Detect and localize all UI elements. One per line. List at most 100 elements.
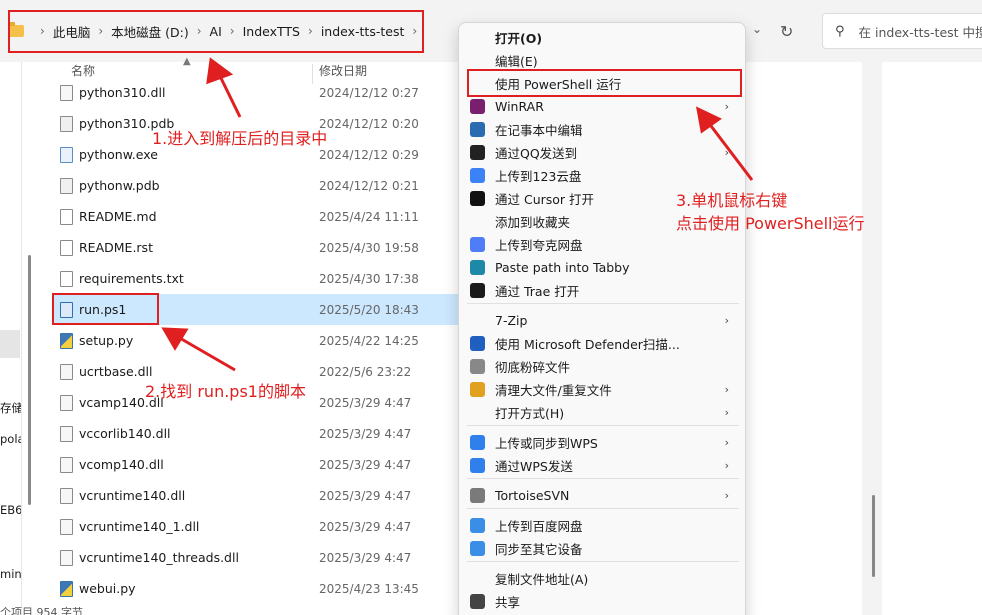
context-menu-item[interactable]: 上传或同步到WPS ›: [467, 431, 739, 454]
file-date: 2024/12/12 0:21: [319, 178, 419, 193]
menu-separator: [467, 478, 739, 479]
context-menu-label: 通过 Cursor 打开: [495, 192, 595, 207]
context-menu-item[interactable]: 使用 PowerShell 运行: [467, 72, 739, 95]
context-menu-item[interactable]: 通过 Trae 打开: [467, 279, 739, 302]
dll-file-icon: [60, 487, 73, 504]
text-file-icon: [60, 239, 73, 256]
file-name: ucrtbase.dll: [79, 364, 153, 379]
context-menu-item[interactable]: 7-Zip ›: [467, 309, 739, 332]
context-menu-item[interactable]: TortoiseSVN ›: [467, 484, 739, 507]
context-menu-item[interactable]: 上传到百度网盘: [467, 514, 739, 537]
context-menu-item[interactable]: 使用 Microsoft Defender扫描...: [467, 332, 739, 355]
file-row[interactable]: vcruntime140.dll 2025/3/29 4:47: [52, 480, 462, 511]
dll-file-icon: [60, 394, 73, 411]
dll-file-icon: [60, 363, 73, 380]
submenu-chevron-icon: ›: [724, 489, 729, 502]
file-date: 2024/12/12 0:20: [319, 116, 419, 131]
refresh-icon[interactable]: ↻: [780, 22, 793, 41]
qq-icon: [470, 145, 485, 160]
context-menu-item[interactable]: 在记事本中编辑: [467, 118, 739, 141]
context-menu-item[interactable]: 打开(O): [467, 26, 739, 49]
file-name: vcomp140.dll: [79, 457, 164, 472]
baidu-icon: [470, 518, 485, 533]
menu-separator: [467, 425, 739, 426]
file-row[interactable]: python310.dll 2024/12/12 0:27: [52, 77, 462, 108]
file-row[interactable]: setup.py 2025/4/22 14:25: [52, 325, 462, 356]
file-row[interactable]: README.md 2025/4/24 11:11: [52, 201, 462, 232]
file-row[interactable]: webui.py 2025/4/23 13:45: [52, 573, 462, 604]
nav-item-fragment[interactable]: pola: [0, 432, 21, 446]
chevron-right-icon: ›: [40, 24, 45, 38]
file-row[interactable]: run.ps1 2025/5/20 18:43: [52, 294, 462, 325]
context-menu-item[interactable]: 复制文件地址(A): [467, 567, 739, 590]
file-row[interactable]: pythonw.pdb 2024/12/12 0:21: [52, 170, 462, 201]
context-menu-item[interactable]: 上传到夸克网盘: [467, 233, 739, 256]
file-name: python310.dll: [79, 85, 166, 100]
file-row[interactable]: vcomp140.dll 2025/3/29 4:47: [52, 449, 462, 480]
notepad-icon: [470, 122, 485, 137]
tabby-icon: [470, 260, 485, 275]
context-menu-item[interactable]: WinRAR ›: [467, 95, 739, 118]
tortoisesvn-icon: [470, 488, 485, 503]
context-menu-item[interactable]: Paste path into Tabby: [467, 256, 739, 279]
cleaner-icon: [470, 382, 485, 397]
file-date: 2025/4/23 13:45: [319, 581, 419, 596]
context-menu-item[interactable]: 共享: [467, 590, 739, 613]
wps-send-icon: [470, 458, 485, 473]
chevron-right-icon: ›: [229, 24, 235, 38]
context-menu: 打开(O) 编辑(E) 使用 PowerShell 运行 WinRAR › 在记事本中编辑…: [458, 22, 746, 615]
context-menu-item[interactable]: 通过QQ发送到 ›: [467, 141, 739, 164]
context-menu-item[interactable]: 彻底粉碎文件: [467, 355, 739, 378]
context-menu-label: 通过QQ发送到: [495, 146, 578, 161]
context-menu-label: 编辑(E): [495, 54, 538, 69]
folder-icon: [8, 22, 24, 37]
context-menu-label: 上传到百度网盘: [495, 519, 583, 534]
text-file-icon: [60, 270, 73, 287]
context-menu-item[interactable]: 清理大文件/重复文件 ›: [467, 378, 739, 401]
file-row[interactable]: vcruntime140_1.dll 2025/3/29 4:47: [52, 511, 462, 542]
context-menu-label: TortoiseSVN: [495, 488, 570, 503]
python-file-icon: [60, 580, 73, 597]
nav-item-fragment[interactable]: 存储N: [0, 400, 21, 416]
navigation-pane: 存储N pola EB6 min: [0, 62, 22, 615]
file-date: 2025/4/22 14:25: [319, 333, 419, 348]
nav-item-fragment[interactable]: EB6: [0, 503, 21, 517]
file-row[interactable]: vccorlib140.dll 2025/3/29 4:47: [52, 418, 462, 449]
defender-icon: [470, 336, 485, 351]
breadcrumb[interactable]: › 此电脑 › 本地磁盘 (D:) › AI › IndexTTS › inde…: [8, 13, 425, 49]
md-file-icon: [60, 208, 73, 225]
context-menu-label: Paste path into Tabby: [495, 260, 630, 275]
breadcrumb-item[interactable]: IndexTTS: [243, 24, 300, 39]
file-date: 2025/3/29 4:47: [319, 488, 412, 503]
nav-scrollbar[interactable]: [28, 255, 31, 505]
file-row[interactable]: README.rst 2025/4/30 19:58: [52, 232, 462, 263]
file-name: vcruntime140_threads.dll: [79, 550, 239, 565]
chevron-right-icon: ›: [98, 24, 104, 38]
breadcrumb-item[interactable]: 此电脑: [53, 22, 91, 41]
nav-selected-item[interactable]: [0, 330, 20, 358]
context-menu-item[interactable]: 通过WPS发送 ›: [467, 454, 739, 477]
menu-separator: [467, 561, 739, 562]
file-row[interactable]: requirements.txt 2025/4/30 17:38: [52, 263, 462, 294]
chevron-down-icon[interactable]: ⌄: [752, 22, 762, 36]
file-date: 2025/4/30 19:58: [319, 240, 419, 255]
file-date: 2024/12/12 0:29: [319, 147, 419, 162]
context-menu-item[interactable]: 打开方式(H) ›: [467, 401, 739, 424]
breadcrumb-item[interactable]: 本地磁盘 (D:): [111, 22, 189, 41]
file-list-scrollbar[interactable]: [872, 495, 875, 577]
context-menu-label: 通过 Trae 打开: [495, 284, 580, 299]
file-row[interactable]: vcruntime140_threads.dll 2025/3/29 4:47: [52, 542, 462, 573]
breadcrumb-item[interactable]: index-tts-test: [321, 24, 405, 39]
search-input[interactable]: ⚲ 在 index-tts-test 中搜: [822, 13, 982, 49]
file-date: 2025/3/29 4:47: [319, 395, 412, 410]
file-name: README.md: [79, 209, 157, 224]
context-menu-item[interactable]: 编辑(E): [467, 49, 739, 72]
submenu-chevron-icon: ›: [724, 383, 729, 396]
context-menu-label: 在记事本中编辑: [495, 123, 583, 138]
context-menu-item[interactable]: 同步至其它设备: [467, 537, 739, 560]
context-menu-item[interactable]: 上传到123云盘: [467, 164, 739, 187]
file-name: README.rst: [79, 240, 153, 255]
nav-item-fragment[interactable]: min: [0, 567, 21, 581]
breadcrumb-item[interactable]: AI: [210, 24, 222, 39]
menu-separator: [467, 508, 739, 509]
